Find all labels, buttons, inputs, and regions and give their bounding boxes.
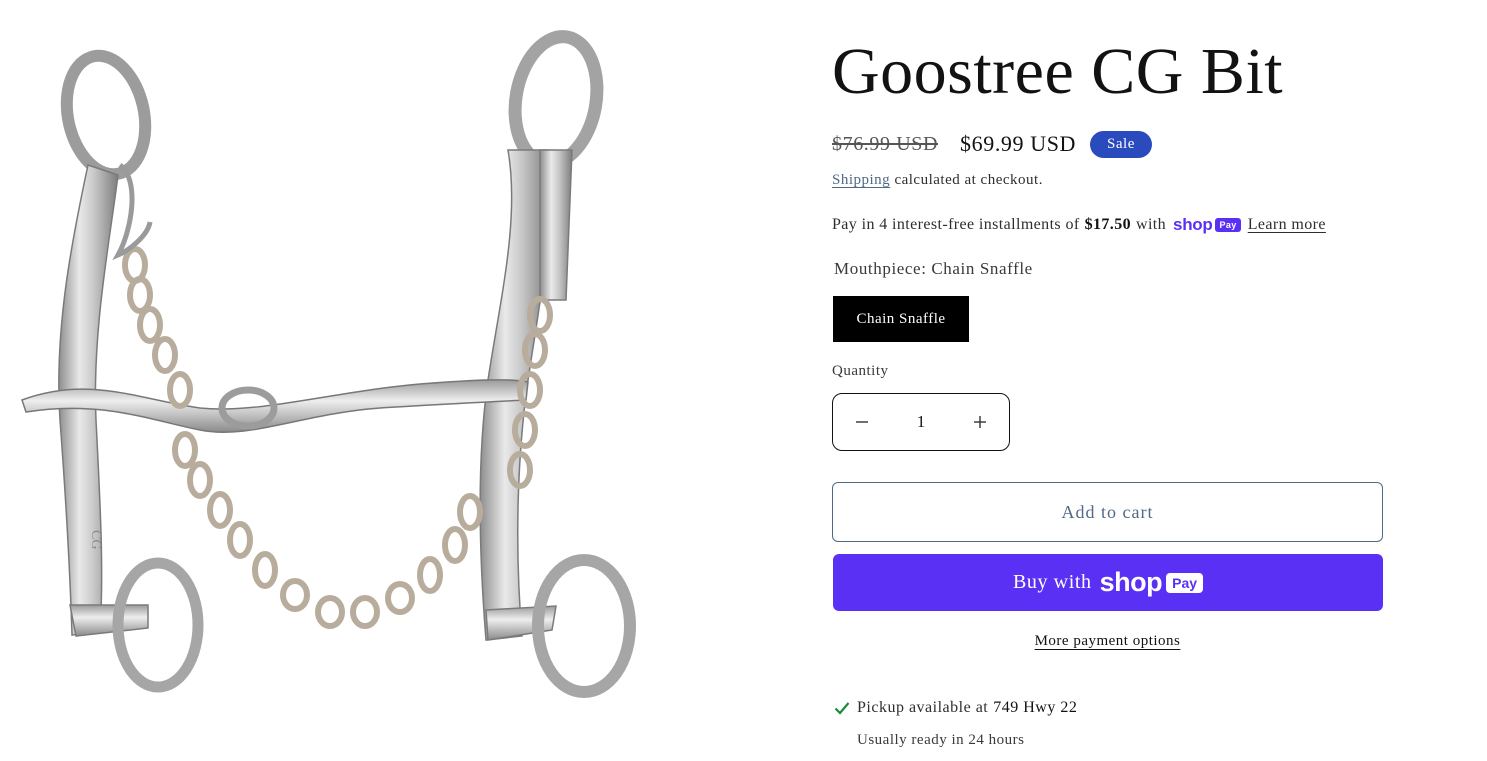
shop-pay-pill: Pay bbox=[1215, 218, 1241, 232]
more-payment-options-link[interactable]: More payment options bbox=[1035, 633, 1181, 649]
buy-with-label: Buy with bbox=[1012, 571, 1092, 593]
add-to-cart-button[interactable]: Add to cart bbox=[832, 482, 1383, 542]
installments-amount: $17.50 bbox=[1084, 216, 1131, 233]
pay-pill: Pay bbox=[1166, 572, 1204, 593]
compare-at-price: $76.99 USD bbox=[832, 132, 939, 155]
quantity-decrease-button[interactable] bbox=[849, 409, 875, 435]
engraving-text: CG bbox=[88, 530, 103, 549]
shipping-text: calculated at checkout. bbox=[894, 172, 1043, 188]
pickup-availability: Pickup available at 749 Hwy 22 bbox=[834, 699, 1077, 717]
checkmark-icon bbox=[834, 701, 850, 715]
variant-option-chain-snaffle[interactable]: Chain Snaffle bbox=[833, 296, 969, 342]
top-right-ring bbox=[508, 30, 604, 170]
installments-prefix: Pay in 4 interest-free installments of bbox=[832, 216, 1080, 233]
shop-pay-wordmark: shop bbox=[1173, 215, 1213, 234]
quantity-stepper: 1 bbox=[832, 393, 1010, 451]
variant-label: Mouthpiece: Chain Snaffle bbox=[834, 259, 1033, 278]
more-payment-options: More payment options bbox=[832, 633, 1383, 650]
bit-illustration: CG bbox=[21, 30, 636, 698]
price-row: $76.99 USD $69.99 USD Sale bbox=[832, 128, 1152, 160]
quantity-input[interactable]: 1 bbox=[917, 412, 926, 432]
pickup-prefix: Pickup available at bbox=[857, 699, 989, 716]
pickup-location: 749 Hwy 22 bbox=[993, 699, 1078, 716]
shipping-link[interactable]: Shipping bbox=[832, 172, 890, 188]
minus-icon bbox=[856, 421, 868, 423]
sale-price: $69.99 USD bbox=[960, 131, 1077, 156]
quantity-increase-button[interactable] bbox=[967, 409, 993, 435]
shop-pay-logo: shop Pay bbox=[1173, 215, 1241, 235]
installments-with: with bbox=[1136, 216, 1167, 233]
shop-wordmark: shop bbox=[1099, 567, 1163, 597]
buy-with-shop-pay-button[interactable]: Buy with shop Pay bbox=[833, 554, 1383, 611]
installments-banner: Pay in 4 interest-free installments of $… bbox=[832, 215, 1326, 235]
learn-more-link[interactable]: Learn more bbox=[1248, 216, 1326, 234]
plus-icon bbox=[974, 416, 986, 428]
quantity-label: Quantity bbox=[832, 363, 889, 379]
product-image[interactable]: CG bbox=[0, 0, 650, 761]
top-left-ring bbox=[60, 49, 152, 181]
pickup-ready-time: Usually ready in 24 hours bbox=[857, 732, 1025, 748]
product-title: Goostree CG Bit bbox=[832, 35, 1284, 108]
shipping-note: Shipping calculated at checkout. bbox=[832, 172, 1043, 189]
sale-badge: Sale bbox=[1090, 130, 1152, 158]
